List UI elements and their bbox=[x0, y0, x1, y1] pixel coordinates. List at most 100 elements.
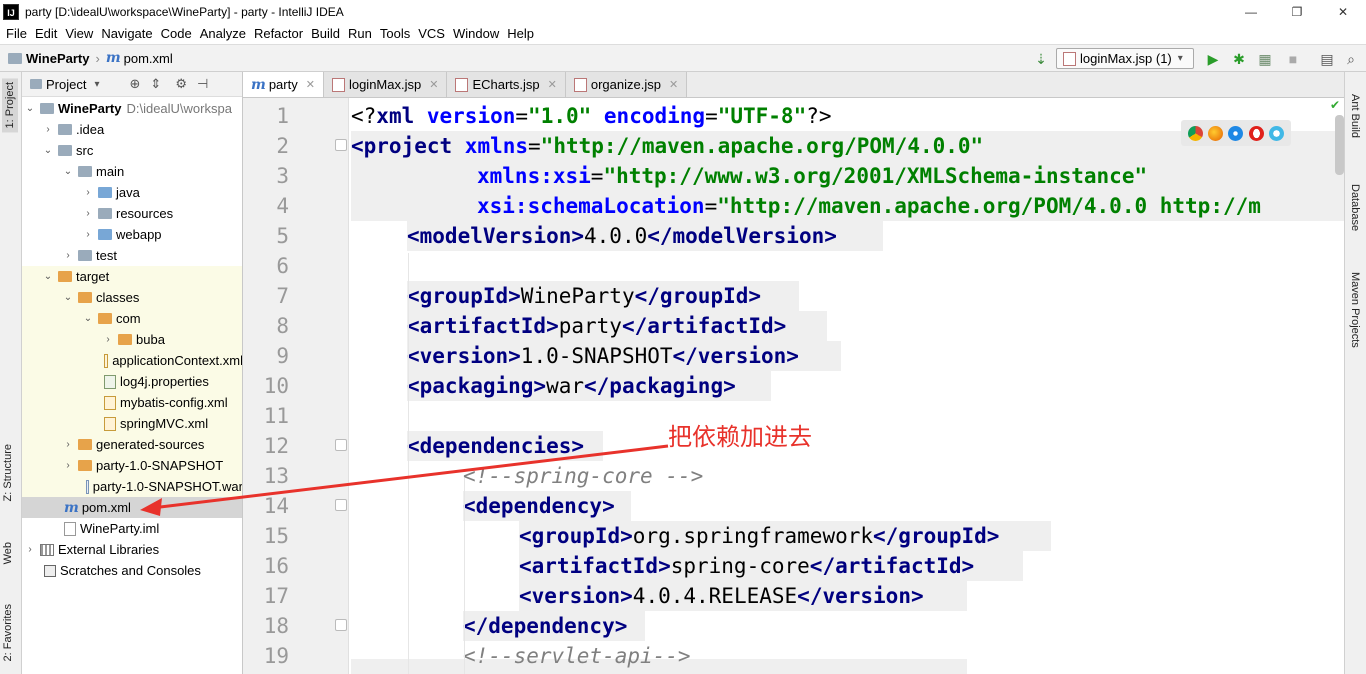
breadcrumb-project[interactable]: WineParty bbox=[26, 51, 89, 66]
chevron-right-icon[interactable]: › bbox=[62, 439, 74, 450]
tree-node-generated-sources[interactable]: › generated-sources bbox=[22, 434, 242, 455]
tree-node-wineparty-iml[interactable]: WineParty.iml bbox=[22, 518, 242, 539]
library-icon bbox=[40, 543, 54, 556]
editor-scrollbar[interactable] bbox=[1335, 115, 1344, 175]
chevron-right-icon[interactable]: › bbox=[82, 208, 94, 219]
tree-node-classes[interactable]: ⌄ classes bbox=[22, 287, 242, 308]
tree-node-springmvc[interactable]: springMVC.xml bbox=[22, 413, 242, 434]
chevron-right-icon[interactable]: › bbox=[24, 544, 36, 555]
tree-node-com[interactable]: ⌄ com bbox=[22, 308, 242, 329]
line-number: 9 bbox=[276, 344, 289, 368]
tree-node-wineparty[interactable]: ⌄ WineParty D:\idealU\workspa bbox=[22, 98, 242, 119]
tool-tab-favorites[interactable]: 2: Favorites bbox=[2, 604, 14, 661]
tree-node-main[interactable]: ⌄ main bbox=[22, 161, 242, 182]
tool-tab-database[interactable]: Database bbox=[1349, 184, 1361, 231]
close-tab-icon[interactable]: ✕ bbox=[429, 78, 438, 91]
project-structure-icon[interactable]: ▤ bbox=[1318, 50, 1336, 68]
menu-edit[interactable]: Edit bbox=[35, 26, 57, 41]
chrome-icon[interactable] bbox=[1187, 125, 1203, 141]
tab-echarts[interactable]: ECharts.jsp ✕ bbox=[447, 72, 566, 97]
gear-icon[interactable]: ⚙ bbox=[175, 76, 187, 92]
stop-icon[interactable]: ■ bbox=[1284, 50, 1302, 68]
code-editor[interactable]: 1 2 3 4 5 6 7 8 9 10 11 12 13 14 15 16 1… bbox=[243, 98, 1344, 674]
hide-panel-icon[interactable]: ⊣ bbox=[197, 76, 208, 92]
tree-node-log4j[interactable]: log4j.properties bbox=[22, 371, 242, 392]
tool-tab-ant-build[interactable]: Ant Build bbox=[1349, 94, 1361, 138]
menu-code[interactable]: Code bbox=[161, 26, 192, 41]
tree-node-webapp[interactable]: › webapp bbox=[22, 224, 242, 245]
close-tab-icon[interactable]: ✕ bbox=[306, 78, 315, 91]
chevron-down-icon[interactable]: ▾ bbox=[94, 79, 99, 90]
tree-node-idea[interactable]: › .idea bbox=[22, 119, 242, 140]
search-everywhere-icon[interactable]: ⌕ bbox=[1342, 50, 1360, 68]
menu-view[interactable]: View bbox=[65, 26, 93, 41]
menu-file[interactable]: File bbox=[6, 26, 27, 41]
chevron-right-icon[interactable]: › bbox=[42, 124, 54, 135]
menu-build[interactable]: Build bbox=[311, 26, 340, 41]
tree-node-mybatis-config[interactable]: mybatis-config.xml bbox=[22, 392, 242, 413]
tree-node-target[interactable]: ⌄ target bbox=[22, 266, 242, 287]
chevron-down-icon[interactable]: ⌄ bbox=[62, 292, 74, 303]
menu-navigate[interactable]: Navigate bbox=[101, 26, 152, 41]
tree-node-buba[interactable]: › buba bbox=[22, 329, 242, 350]
tool-tab-structure[interactable]: Z: Structure bbox=[2, 444, 14, 501]
menu-run[interactable]: Run bbox=[348, 26, 372, 41]
tab-organize[interactable]: organize.jsp ✕ bbox=[565, 72, 688, 97]
tree-node-label: springMVC.xml bbox=[120, 416, 209, 431]
tree-node-test[interactable]: › test bbox=[22, 245, 242, 266]
debug-icon[interactable]: ✱ bbox=[1230, 50, 1248, 68]
tool-tab-maven-projects[interactable]: Maven Projects bbox=[1349, 272, 1361, 348]
tree-node-applicationcontext[interactable]: applicationContext.xml bbox=[22, 350, 243, 371]
tree-node-party-snapshot[interactable]: › party-1.0-SNAPSHOT bbox=[22, 455, 242, 476]
tool-tab-web[interactable]: Web bbox=[2, 542, 14, 564]
run-configuration-select[interactable]: loginMax.jsp (1) ▾ bbox=[1056, 48, 1194, 69]
locate-icon[interactable]: ⊕ bbox=[130, 76, 141, 92]
minimize-button[interactable]: — bbox=[1228, 0, 1274, 23]
tree-node-label: applicationContext.xml bbox=[112, 353, 243, 368]
tree-node-src[interactable]: ⌄ src bbox=[22, 140, 242, 161]
tree-node-resources[interactable]: › resources bbox=[22, 203, 242, 224]
maximize-button[interactable]: ❐ bbox=[1274, 0, 1320, 23]
chevron-right-icon[interactable]: › bbox=[62, 460, 74, 471]
tab-loginmax[interactable]: loginMax.jsp ✕ bbox=[323, 72, 448, 97]
chevron-right-icon[interactable]: › bbox=[82, 229, 94, 240]
chevron-right-icon[interactable]: › bbox=[102, 334, 114, 345]
chevron-right-icon[interactable]: › bbox=[82, 187, 94, 198]
chevron-right-icon[interactable]: › bbox=[62, 250, 74, 261]
fold-marker-icon[interactable] bbox=[335, 499, 347, 511]
chevron-down-icon[interactable]: ⌄ bbox=[62, 166, 74, 177]
opera-icon[interactable] bbox=[1248, 125, 1264, 141]
chevron-down-icon[interactable]: ⌄ bbox=[82, 313, 94, 324]
menu-help[interactable]: Help bbox=[507, 26, 534, 41]
menu-tools[interactable]: Tools bbox=[380, 26, 410, 41]
build-project-icon[interactable]: ⇣ bbox=[1032, 50, 1050, 68]
chevron-down-icon[interactable]: ⌄ bbox=[42, 271, 54, 282]
tree-node-scratches[interactable]: Scratches and Consoles bbox=[22, 560, 242, 581]
menu-analyze[interactable]: Analyze bbox=[200, 26, 246, 41]
collapse-all-icon[interactable]: ⇕ bbox=[150, 76, 161, 92]
close-tab-icon[interactable]: ✕ bbox=[548, 78, 557, 91]
tree-node-external-libraries[interactable]: › External Libraries bbox=[22, 539, 242, 560]
breadcrumb-file[interactable]: pom.xml bbox=[124, 51, 173, 66]
close-button[interactable]: ✕ bbox=[1320, 0, 1366, 23]
menu-window[interactable]: Window bbox=[453, 26, 499, 41]
tool-tab-project[interactable]: 1: Project bbox=[2, 78, 18, 133]
chevron-down-icon[interactable]: ⌄ bbox=[42, 145, 54, 156]
project-view-select[interactable]: Project bbox=[46, 77, 86, 92]
fold-marker-icon[interactable] bbox=[335, 439, 347, 451]
firefox-icon[interactable] bbox=[1208, 125, 1224, 141]
coverage-icon[interactable]: ▦ bbox=[1256, 50, 1274, 68]
fold-marker-icon[interactable] bbox=[335, 139, 347, 151]
fold-marker-icon[interactable] bbox=[335, 619, 347, 631]
menu-vcs[interactable]: VCS bbox=[418, 26, 445, 41]
ie-icon[interactable] bbox=[1269, 125, 1285, 141]
tab-party[interactable]: m party ✕ bbox=[243, 72, 324, 97]
close-tab-icon[interactable]: ✕ bbox=[669, 78, 678, 91]
chevron-down-icon[interactable]: ⌄ bbox=[24, 103, 36, 114]
run-icon[interactable]: ▶ bbox=[1204, 50, 1222, 68]
tree-node-java[interactable]: › java bbox=[22, 182, 242, 203]
safari-icon[interactable] bbox=[1228, 125, 1244, 141]
tree-node-pom[interactable]: m pom.xml bbox=[22, 497, 242, 518]
tree-node-party-war[interactable]: party-1.0-SNAPSHOT.war bbox=[22, 476, 242, 497]
menu-refactor[interactable]: Refactor bbox=[254, 26, 303, 41]
